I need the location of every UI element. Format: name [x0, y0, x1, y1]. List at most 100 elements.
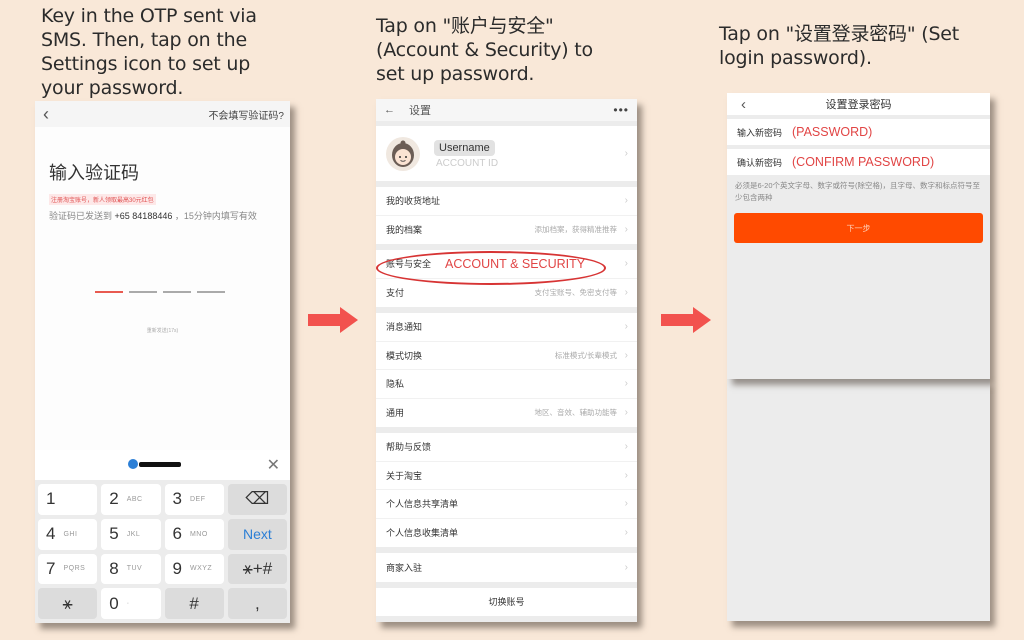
settings-row[interactable]: 支付 支付宝账号、免密支付等 › — [376, 279, 637, 308]
chevron-right-icon: › — [624, 441, 628, 453]
keyboard-key[interactable]: 3 DEF — [164, 484, 224, 515]
chevron-right-icon: › — [624, 561, 628, 573]
annotation-label: ACCOUNT & SECURITY — [445, 256, 586, 271]
chevron-right-icon: › — [624, 148, 628, 159]
settings-row-hint: 支付宝账号、免密支付等 — [534, 288, 618, 298]
arrow-right-icon — [308, 307, 358, 333]
otp-slot[interactable] — [95, 291, 123, 293]
key-label: ⚹ — [62, 593, 73, 613]
backspace-key[interactable]: ⌫ — [227, 484, 287, 515]
settings-row[interactable]: 模式切换 标准模式/长辈模式 › — [376, 342, 637, 370]
settings-row-label: 我的收货地址 — [386, 196, 441, 207]
otp-title: 输入验证码 — [49, 163, 139, 183]
key-letters: ABC — [126, 495, 143, 503]
key-letters: TUV — [126, 565, 143, 573]
next-button[interactable]: 下一步 — [734, 213, 983, 243]
keyboard-key[interactable]: 6 MNO — [164, 518, 224, 550]
avatar — [386, 136, 420, 171]
chevron-left-icon[interactable]: ‹ — [43, 104, 49, 125]
chevron-right-icon: › — [624, 321, 628, 333]
key-label: Next — [242, 526, 272, 543]
keyboard-key[interactable]: 8 TUV — [101, 553, 161, 585]
key-label: 9 — [172, 558, 182, 578]
settings-row-hint: 添加档案，获得精准推荐 — [534, 225, 618, 235]
settings-row[interactable]: 关于淘宝 › — [376, 462, 637, 490]
keyboard-key[interactable]: 4 GHI — [38, 518, 98, 550]
keyboard-key[interactable]: 2 ABC — [101, 484, 161, 515]
more-icon[interactable]: ••• — [613, 103, 629, 117]
new-password-field[interactable]: 输入新密码 (PASSWORD) — [727, 119, 990, 145]
account-security-row[interactable]: 账号与安全 ACCOUNT & SECURITY › — [376, 250, 637, 285]
keyboard-key[interactable]: 1 — [38, 484, 98, 515]
key-label: ⌫ — [245, 489, 270, 509]
arrow-left-icon[interactable]: ← — [384, 104, 395, 116]
switch-account-group: 切换账号 — [376, 587, 637, 617]
settings-row[interactable]: 我的收货地址 › — [376, 187, 637, 216]
key-letters: PQRS — [63, 565, 86, 573]
settings-group: 我的收货地址 › 我的档案 添加档案，获得精准推荐 › — [376, 187, 637, 244]
otp-input[interactable] — [95, 291, 225, 293]
keyboard-key[interactable]: 5 JKL — [101, 518, 161, 550]
settings-row[interactable]: 我的档案 添加档案，获得精准推荐 › — [376, 216, 637, 245]
key-label: , — [255, 593, 260, 613]
key-letters: WXYZ — [189, 565, 213, 573]
keyboard-key[interactable]: 7 PQRS — [38, 553, 98, 585]
keyboard-key[interactable]: ⚹ — [38, 588, 98, 619]
password-screen-body — [727, 379, 990, 621]
new-password-placeholder: (PASSWORD) — [792, 125, 873, 139]
chevron-right-icon: › — [624, 407, 628, 419]
step1-caption: Key in the OTP sent via SMS. Then, tap o… — [41, 5, 257, 99]
keyboard-app-icon[interactable] — [128, 459, 138, 469]
settings-row-label: 消息通知 — [386, 322, 423, 333]
chevron-right-icon: › — [624, 378, 628, 390]
key-label: 8 — [109, 558, 119, 578]
key-label: 4 — [46, 524, 56, 544]
settings-row[interactable]: 帮助与反馈 › — [376, 433, 637, 462]
keyboard-key[interactable]: , — [227, 588, 287, 619]
confirm-password-field[interactable]: 确认新密码 (CONFIRM PASSWORD) — [727, 149, 990, 175]
key-label: 3 — [172, 489, 182, 509]
close-icon[interactable]: ✕ — [267, 455, 280, 475]
password-top-bar: ‹ 设置登录密码 — [727, 93, 990, 115]
settings-row[interactable]: 通用 地区、音效、辅助功能等 › — [376, 399, 637, 428]
settings-title: 设置 — [409, 105, 431, 117]
key-label: 1 — [46, 489, 56, 509]
account-id: ACCOUNT ID — [436, 158, 499, 169]
settings-row[interactable]: 个人信息共享清单 › — [376, 490, 637, 519]
keyboard-key[interactable]: 9 WXYZ — [164, 553, 224, 585]
otp-help-link[interactable]: 不会填写验证码? — [208, 107, 284, 122]
settings-row-label: 个人信息收集清单 — [386, 528, 459, 539]
key-label: 7 — [46, 558, 56, 578]
settings-row-label: 帮助与反馈 — [386, 442, 432, 453]
keyboard-key[interactable]: 0 · — [101, 588, 161, 619]
profile-row[interactable]: Username ACCOUNT ID › — [376, 126, 637, 181]
chevron-right-icon: › — [624, 349, 628, 361]
password-screen: ‹ 设置登录密码 输入新密码 (PASSWORD) 确认新密码 (CONFIRM… — [727, 93, 990, 379]
otp-slot[interactable] — [163, 291, 191, 293]
redacted-text — [139, 462, 181, 467]
settings-row[interactable]: 商家入驻 › — [376, 553, 637, 582]
keyboard-key[interactable]: # — [164, 588, 224, 619]
settings-row[interactable]: 个人信息收集清单 › — [376, 519, 637, 548]
key-letters: MNO — [189, 530, 208, 538]
settings-row[interactable]: 消息通知 › — [376, 313, 637, 342]
otp-slot[interactable] — [197, 291, 225, 293]
key-label: ⚹+# — [242, 558, 273, 578]
key-label: 5 — [109, 524, 119, 544]
chevron-left-icon[interactable]: ‹ — [741, 96, 746, 113]
settings-row-label: 商家入驻 — [386, 562, 423, 573]
switch-account-button[interactable]: 切换账号 — [376, 588, 637, 617]
chevron-right-icon: › — [624, 258, 628, 270]
settings-row-label: 我的档案 — [386, 225, 423, 236]
chevron-right-icon: › — [624, 195, 628, 207]
step2-caption: Tap on "账户与安全" (Account & Security) to s… — [376, 15, 593, 85]
next-key[interactable]: Next — [227, 518, 287, 550]
keyboard-key[interactable]: ⚹+# — [227, 553, 287, 585]
settings-row[interactable]: 隐私 › — [376, 370, 637, 399]
key-letters: JKL — [126, 530, 141, 538]
otp-screen: ‹ 不会填写验证码? 输入验证码 注册淘宝账号，新人领取最高30元红包 验证码已… — [35, 101, 290, 623]
otp-slot[interactable] — [129, 291, 157, 293]
password-title: 设置登录密码 — [825, 99, 892, 111]
sent-suffix: ，15分钟内填写有效 — [174, 211, 257, 221]
chevron-right-icon: › — [624, 498, 628, 510]
